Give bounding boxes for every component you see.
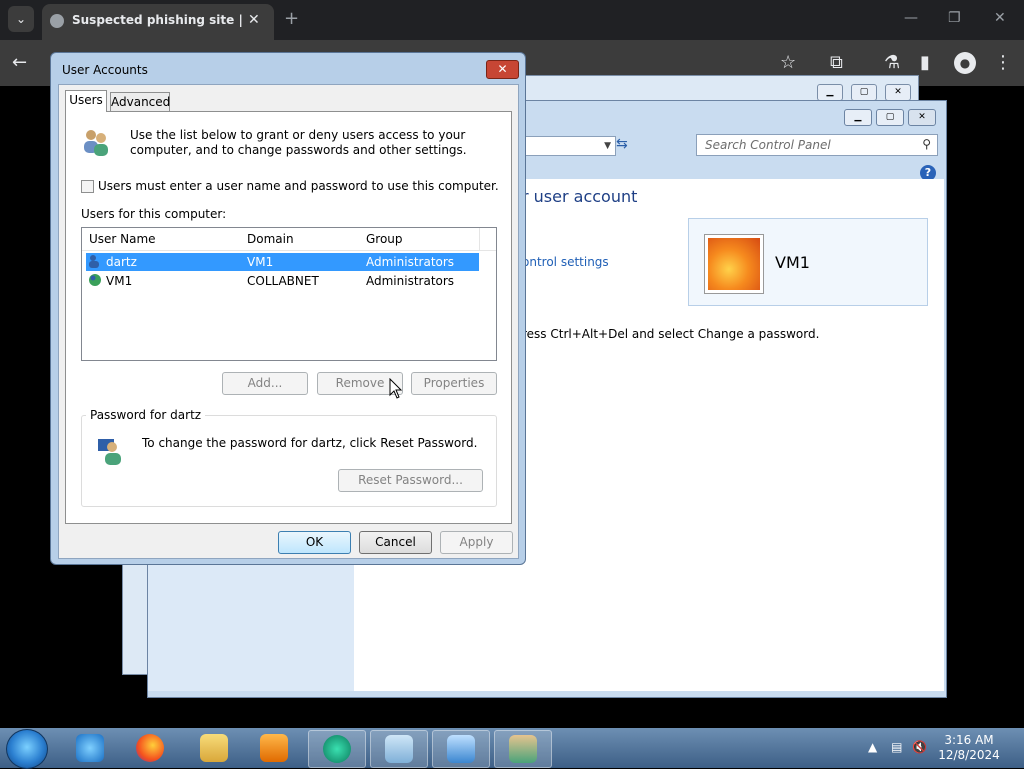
taskbar-user-accounts[interactable] bbox=[494, 730, 552, 768]
user-icon bbox=[89, 255, 99, 268]
menu-icon[interactable]: ⋮ bbox=[994, 52, 1012, 73]
checkbox-label: Users must enter a user name and passwor… bbox=[98, 179, 499, 193]
add-button[interactable]: Add... bbox=[222, 372, 308, 395]
table-row[interactable]: VM1 COLLABNET Administrators bbox=[86, 272, 479, 290]
properties-button[interactable]: Properties bbox=[411, 372, 497, 395]
users-list[interactable]: User Name Domain Group dartz VM1 Adminis… bbox=[81, 227, 497, 361]
settings-link[interactable]: ontrol settings bbox=[522, 255, 609, 269]
browser-tab[interactable]: Suspected phishing site | Clou ✕ bbox=[42, 4, 274, 40]
password-group-label: Password for dartz bbox=[86, 408, 206, 422]
maximize-icon[interactable]: ▢ bbox=[851, 84, 877, 101]
refresh-icon[interactable]: ⇆ bbox=[616, 136, 636, 156]
firefox-icon bbox=[136, 734, 164, 762]
users-list-label: Users for this computer: bbox=[81, 207, 227, 221]
clock[interactable]: 3:16 AM 12/8/2024 bbox=[938, 733, 1000, 763]
account-card: VM1 bbox=[688, 218, 928, 306]
close-icon[interactable]: ✕ bbox=[908, 109, 936, 126]
taskbar-notepad[interactable] bbox=[370, 730, 428, 768]
minimize-button[interactable]: — bbox=[904, 10, 918, 26]
users-icon bbox=[84, 130, 108, 156]
column-divider bbox=[479, 228, 480, 250]
taskbar: ▲ ▤ 🔇 3:16 AM 12/8/2024 bbox=[0, 728, 1024, 769]
column-user-name[interactable]: User Name bbox=[89, 232, 156, 246]
tab-users[interactable]: Users bbox=[65, 90, 107, 112]
dialog-close-button[interactable]: ✕ bbox=[486, 60, 519, 79]
minimize-icon[interactable]: ▁ bbox=[844, 109, 872, 126]
user-globe-icon bbox=[89, 274, 101, 286]
control-panel-icon bbox=[447, 735, 475, 763]
show-hidden-icon[interactable]: ▲ bbox=[868, 740, 877, 754]
dialog-title: User Accounts bbox=[62, 63, 148, 77]
intro-text: Use the list below to grant or deny user… bbox=[130, 128, 467, 157]
taskbar-control-panel[interactable] bbox=[432, 730, 490, 768]
star-icon[interactable]: ☆ bbox=[780, 52, 796, 73]
new-tab-button[interactable]: + bbox=[284, 8, 299, 29]
media-icon bbox=[260, 734, 288, 762]
users-icon bbox=[509, 735, 537, 763]
password-note: ress Ctrl+Alt+Del and select Change a pa… bbox=[522, 327, 820, 341]
explorer-icon bbox=[200, 734, 228, 762]
tab-close-icon[interactable]: ✕ bbox=[248, 12, 260, 28]
clock-date: 12/8/2024 bbox=[938, 748, 1000, 762]
account-name: VM1 bbox=[775, 253, 810, 272]
password-group bbox=[81, 415, 497, 507]
reset-password-button[interactable]: Reset Password... bbox=[338, 469, 483, 492]
close-button[interactable]: ✕ bbox=[994, 10, 1006, 26]
search-input[interactable]: Search Control Panel ⚲ bbox=[696, 134, 938, 156]
volume-muted-icon[interactable]: 🔇 bbox=[912, 740, 927, 754]
app-icon bbox=[323, 735, 351, 763]
column-group[interactable]: Group bbox=[366, 232, 403, 246]
chevron-down-icon: ⌄ bbox=[15, 12, 27, 26]
cancel-button[interactable]: Cancel bbox=[359, 531, 432, 554]
profile-icon[interactable]: ● bbox=[954, 52, 976, 74]
minimize-icon[interactable]: ▁ bbox=[817, 84, 843, 101]
account-picture[interactable] bbox=[705, 235, 763, 293]
user-accounts-dialog: User Accounts ✕ Users Advanced Use the l… bbox=[50, 52, 526, 565]
tab-title: Suspected phishing site | Clou bbox=[72, 13, 242, 27]
taskbar-ie[interactable] bbox=[62, 730, 118, 766]
network-icon[interactable]: ▤ bbox=[891, 740, 902, 754]
ie-icon bbox=[76, 734, 104, 762]
extensions-icon[interactable]: ⧉ bbox=[830, 52, 843, 73]
sidepanel-icon[interactable]: ▮ bbox=[920, 52, 930, 73]
system-tray: ▲ ▤ 🔇 bbox=[868, 740, 927, 754]
user-password-icon bbox=[98, 439, 121, 465]
checkbox[interactable] bbox=[81, 180, 94, 193]
taskbar-firefox[interactable] bbox=[122, 730, 178, 766]
require-login-checkbox[interactable]: Users must enter a user name and passwor… bbox=[81, 179, 499, 193]
ok-button[interactable]: OK bbox=[278, 531, 351, 554]
dialog-body: Users Advanced Use the list below to gra… bbox=[58, 84, 519, 559]
notepad-icon bbox=[385, 735, 413, 763]
taskbar-app[interactable] bbox=[308, 730, 366, 768]
taskbar-explorer[interactable] bbox=[186, 730, 242, 766]
labs-icon[interactable]: ⚗ bbox=[884, 52, 900, 73]
table-row[interactable]: dartz VM1 Administrators bbox=[86, 253, 479, 271]
users-panel: Use the list below to grant or deny user… bbox=[65, 111, 512, 524]
close-icon[interactable]: ✕ bbox=[885, 84, 911, 101]
clock-time: 3:16 AM bbox=[944, 733, 994, 747]
search-icon[interactable]: ⚲ bbox=[922, 137, 931, 151]
back-icon[interactable]: ← bbox=[12, 52, 27, 73]
taskbar-media[interactable] bbox=[246, 730, 302, 766]
dropdown-icon[interactable]: ▼ bbox=[604, 137, 611, 155]
password-group-text: To change the password for dartz, click … bbox=[142, 436, 478, 450]
start-button[interactable] bbox=[6, 729, 48, 769]
page-title: r user account bbox=[522, 187, 638, 206]
favicon-icon bbox=[50, 14, 64, 28]
apply-button[interactable]: Apply bbox=[440, 531, 513, 554]
maximize-icon[interactable]: ▢ bbox=[876, 109, 904, 126]
list-header: User Name Domain Group bbox=[82, 228, 496, 251]
tab-advanced[interactable]: Advanced bbox=[110, 92, 170, 112]
column-domain[interactable]: Domain bbox=[247, 232, 294, 246]
browser-tabstrip: ⌄ Suspected phishing site | Clou ✕ + — ❐… bbox=[0, 0, 1024, 40]
tab-search-button[interactable]: ⌄ bbox=[8, 6, 34, 32]
mouse-pointer-icon bbox=[389, 378, 403, 399]
restore-button[interactable]: ❐ bbox=[948, 10, 961, 26]
